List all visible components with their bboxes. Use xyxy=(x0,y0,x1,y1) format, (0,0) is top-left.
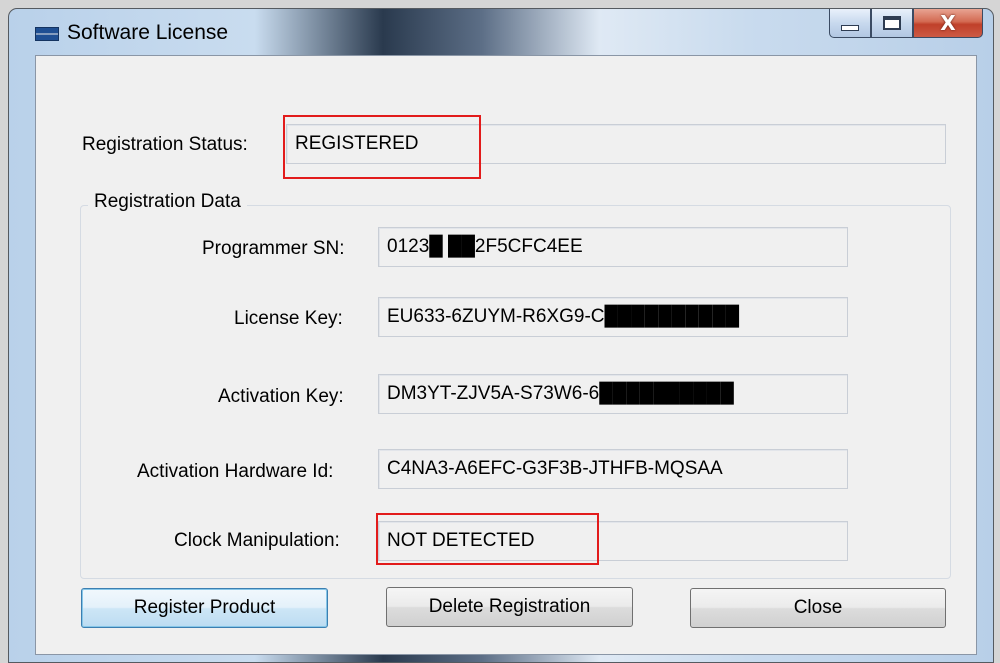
registration-status-label: Registration Status: xyxy=(82,134,248,155)
window-title: Software License xyxy=(67,21,229,44)
activation-hardware-id-field[interactable]: C4NA3-A6EFC-G3F3B-JTHFB-MQSAA xyxy=(378,449,848,489)
maximize-button[interactable] xyxy=(871,9,913,38)
license-key-field[interactable]: EU633-6ZUYM-R6XG9-C██████████ xyxy=(378,297,848,337)
window-close-button[interactable]: X xyxy=(913,9,983,38)
close-button[interactable]: Close xyxy=(690,588,946,628)
caption-buttons: X xyxy=(829,9,983,39)
minimize-icon xyxy=(841,25,859,31)
activation-key-label: Activation Key: xyxy=(218,386,344,407)
software-license-window: Software License X Registration Status: … xyxy=(8,8,994,663)
license-app-icon xyxy=(35,27,59,41)
activation-key-field[interactable]: DM3YT-ZJV5A-S73W6-6██████████ xyxy=(378,374,848,414)
registration-data-legend: Registration Data xyxy=(88,191,247,213)
activation-hardware-id-label: Activation Hardware Id: xyxy=(137,461,334,482)
clock-highlight-box xyxy=(376,513,599,565)
license-key-label: License Key: xyxy=(234,308,343,329)
programmer-sn-label: Programmer SN: xyxy=(202,238,345,259)
programmer-sn-field[interactable]: 0123█ ██2F5CFC4EE xyxy=(378,227,848,267)
maximize-icon xyxy=(883,16,901,30)
status-highlight-box xyxy=(283,115,481,179)
close-icon: X xyxy=(940,11,956,35)
dialog-client-area: Registration Status: REGISTERED Registra… xyxy=(35,55,977,655)
delete-registration-button[interactable]: Delete Registration xyxy=(386,587,633,627)
title-bar[interactable]: Software License X xyxy=(9,9,993,55)
register-product-button[interactable]: Register Product xyxy=(81,588,328,628)
minimize-button[interactable] xyxy=(829,9,871,38)
clock-manipulation-label: Clock Manipulation: xyxy=(174,530,340,551)
